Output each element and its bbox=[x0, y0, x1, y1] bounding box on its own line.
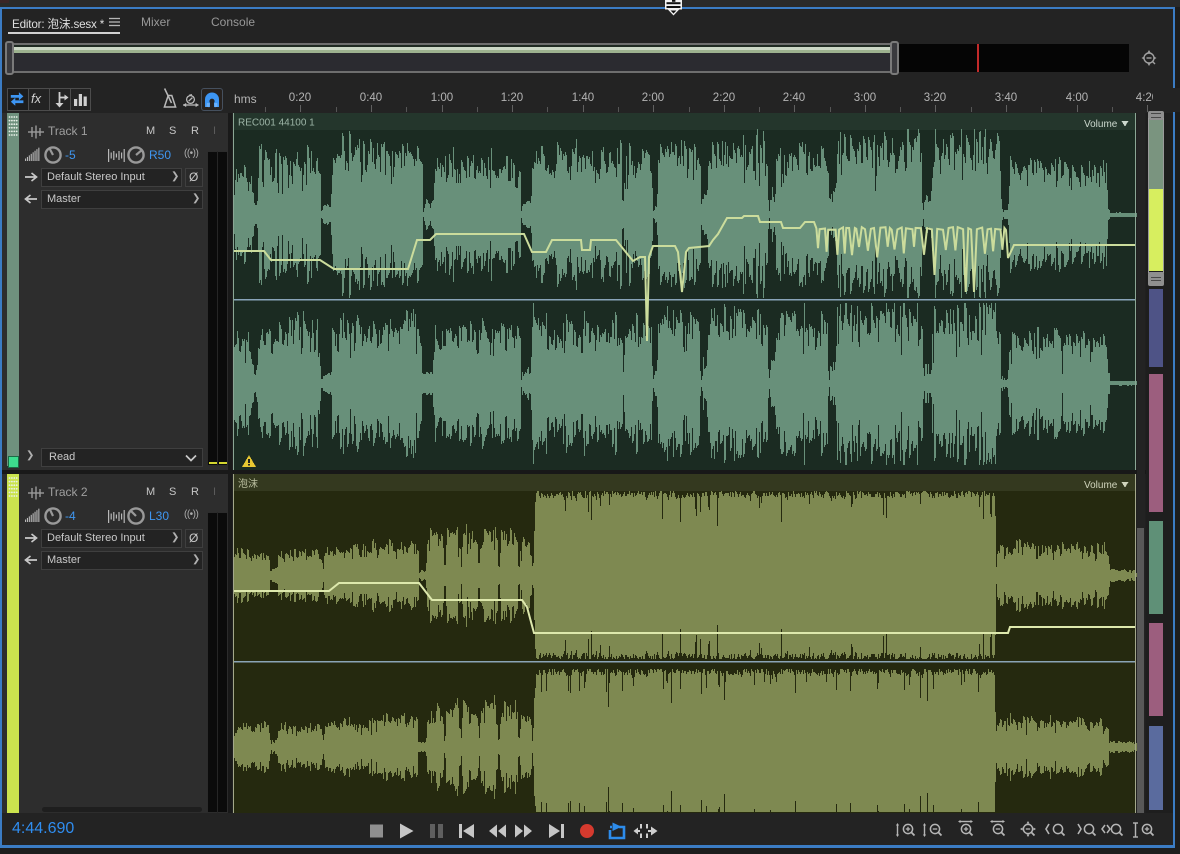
svg-text:泡沫: 泡沫 bbox=[238, 477, 258, 490]
svg-text:Volume: Volume bbox=[1084, 119, 1118, 130]
svg-text:Volume: Volume bbox=[1084, 480, 1118, 491]
svg-text:REC001 44100 1: REC001 44100 1 bbox=[238, 118, 315, 129]
